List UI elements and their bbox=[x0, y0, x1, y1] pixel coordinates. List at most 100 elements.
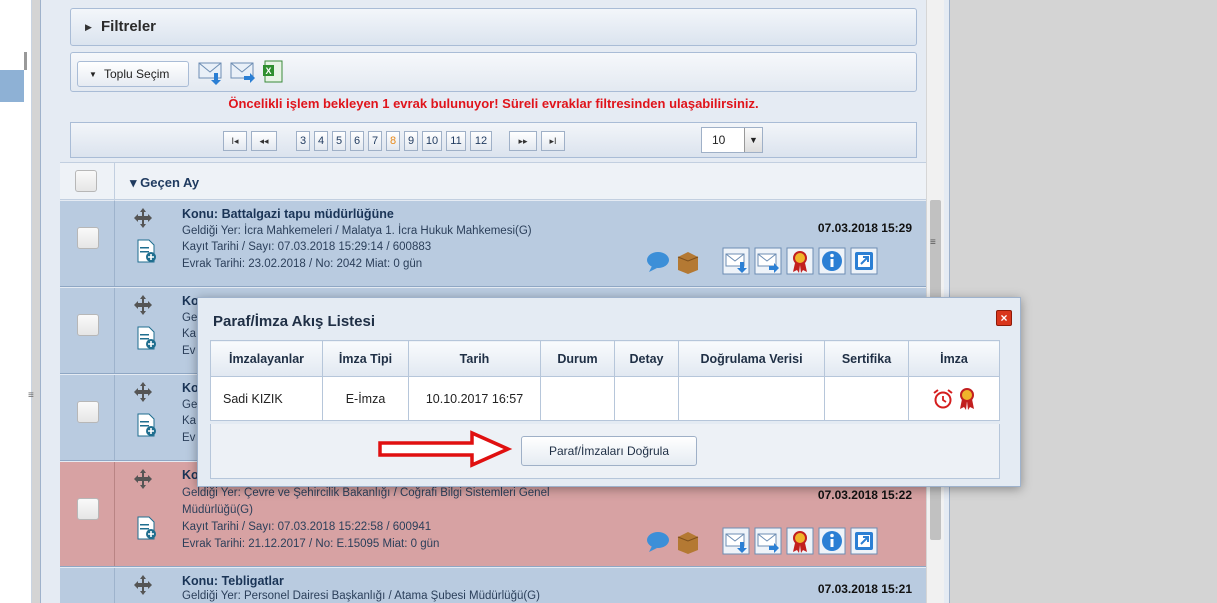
select-all-checkbox[interactable] bbox=[75, 170, 97, 192]
comment-icon[interactable] bbox=[644, 247, 672, 275]
page-size-value: 10 bbox=[712, 133, 726, 147]
selected-nav-item[interactable] bbox=[0, 70, 24, 102]
prev-page-button[interactable]: ◂◂ bbox=[251, 131, 277, 151]
page-button[interactable]: 10 bbox=[422, 131, 442, 151]
info-button[interactable] bbox=[818, 247, 846, 275]
panel-divider bbox=[24, 52, 27, 70]
column-header[interactable]: İmza bbox=[908, 340, 1000, 377]
page-button[interactable]: 9 bbox=[404, 131, 418, 151]
signature-cell bbox=[908, 376, 1000, 421]
current-page-button[interactable]: 8 bbox=[386, 131, 400, 151]
download-mail-button[interactable] bbox=[722, 247, 750, 275]
origin-text: Ge bbox=[182, 399, 198, 411]
status-cell bbox=[540, 376, 615, 421]
detail-cell bbox=[614, 376, 679, 421]
move-icon[interactable] bbox=[132, 294, 154, 316]
page-button[interactable]: 11 bbox=[446, 131, 466, 151]
group-label[interactable]: ▾ Geçen Ay bbox=[130, 175, 199, 191]
document-add-icon[interactable] bbox=[135, 239, 157, 263]
page-button[interactable]: 3 bbox=[296, 131, 310, 151]
pagination-bar: I◂ ◂◂ 3 4 5 6 7 8 9 10 11 12 ▸▸ ▸I 10 ▼ bbox=[70, 122, 917, 158]
splitter-grip-icon[interactable]: ≡ bbox=[28, 390, 34, 401]
move-icon[interactable] bbox=[132, 381, 154, 403]
row-checkbox[interactable] bbox=[77, 401, 99, 423]
signature-table: İmzalayanlar İmza Tipi Tarih Durum Detay… bbox=[210, 340, 1000, 421]
info-button[interactable] bbox=[818, 527, 846, 555]
next-page-button[interactable]: ▸▸ bbox=[509, 131, 537, 151]
origin-text-cont: Müdürlüğü(G) bbox=[182, 504, 253, 516]
mail-forward-icon[interactable] bbox=[229, 59, 257, 85]
verify-signatures-button[interactable]: Paraf/İmzaları Doğrula bbox=[521, 436, 697, 466]
bulk-select-label: Toplu Seçim bbox=[104, 67, 170, 81]
column-header[interactable]: İmzalayanlar bbox=[210, 340, 323, 377]
filters-panel-header[interactable]: ▶ Filtreler bbox=[70, 8, 917, 46]
table-row[interactable]: Konu: Battalgazi tapu müdürlüğüne Geldiğ… bbox=[60, 201, 926, 287]
document-add-icon[interactable] bbox=[135, 326, 157, 350]
close-icon[interactable]: × bbox=[996, 310, 1012, 326]
bulk-select-dropdown[interactable]: ▼ Toplu Seçim bbox=[77, 61, 189, 87]
comment-icon[interactable] bbox=[644, 527, 672, 555]
last-page-button[interactable]: ▸I bbox=[541, 131, 565, 151]
chevron-down-icon[interactable]: ▼ bbox=[744, 128, 762, 152]
column-header[interactable]: İmza Tipi bbox=[322, 340, 409, 377]
page-button[interactable]: 7 bbox=[368, 131, 382, 151]
download-mail-button[interactable] bbox=[722, 527, 750, 555]
move-icon[interactable] bbox=[132, 207, 154, 229]
dialog-footer: Paraf/İmzaları Doğrula bbox=[210, 424, 1000, 479]
group-header-row: ▾ Geçen Ay bbox=[60, 162, 926, 201]
row-date: 07.03.2018 15:21 bbox=[817, 582, 912, 596]
column-divider bbox=[114, 375, 115, 460]
row-checkbox[interactable] bbox=[77, 314, 99, 336]
page-size-select[interactable]: 10 ▼ bbox=[701, 127, 763, 153]
origin-text: Geldiği Yer: Çevre ve Şehircilik Bakanlı… bbox=[182, 487, 550, 499]
splitter-grip-icon[interactable]: ≡ bbox=[930, 237, 936, 248]
row-checkbox[interactable] bbox=[77, 227, 99, 249]
column-divider bbox=[114, 163, 115, 201]
bulk-toolbar: ▼ Toplu Seçim X bbox=[70, 52, 917, 92]
forward-mail-button[interactable] bbox=[754, 247, 782, 275]
document-date-text: Ev bbox=[182, 432, 196, 444]
page-button[interactable]: 5 bbox=[332, 131, 346, 151]
column-divider bbox=[114, 568, 115, 603]
move-icon[interactable] bbox=[132, 468, 154, 490]
signature-flow-dialog: Paraf/İmza Akış Listesi × İmzalayanlar İ… bbox=[197, 297, 1021, 487]
alarm-clock-icon[interactable] bbox=[932, 388, 954, 410]
document-add-icon[interactable] bbox=[135, 413, 157, 437]
filters-label: Filtreler bbox=[101, 18, 157, 35]
column-header[interactable]: Durum bbox=[540, 340, 615, 377]
package-icon[interactable] bbox=[674, 527, 702, 555]
mail-download-icon[interactable] bbox=[197, 59, 225, 85]
package-icon[interactable] bbox=[674, 247, 702, 275]
column-header[interactable]: Detay bbox=[614, 340, 679, 377]
page-button[interactable]: 12 bbox=[470, 131, 492, 151]
origin-text: Geldiği Yer: İcra Mahkemeleri / Malatya … bbox=[182, 225, 532, 237]
column-header[interactable]: Sertifika bbox=[824, 340, 909, 377]
document-add-icon[interactable] bbox=[135, 516, 157, 540]
move-icon[interactable] bbox=[132, 574, 154, 596]
open-external-button[interactable] bbox=[850, 247, 878, 275]
verification-data-cell bbox=[678, 376, 825, 421]
origin-text: Ge bbox=[182, 312, 198, 324]
certificate-cell bbox=[824, 376, 909, 421]
registry-text: Kayıt Tarihi / Sayı: 07.03.2018 15:29:14… bbox=[182, 241, 432, 253]
open-external-button[interactable] bbox=[850, 527, 878, 555]
forward-mail-button[interactable] bbox=[754, 527, 782, 555]
page-button[interactable]: 6 bbox=[350, 131, 364, 151]
document-date-text: Evrak Tarihi: 21.12.2017 / No: E.15095 M… bbox=[182, 538, 440, 550]
registry-text: Kayıt Tarihi / Sayı: 07.03.2018 15:22:58… bbox=[182, 521, 432, 533]
column-header[interactable]: Doğrulama Verisi bbox=[678, 340, 825, 377]
column-header[interactable]: Tarih bbox=[408, 340, 541, 377]
row-date: 07.03.2018 15:22 bbox=[817, 488, 912, 502]
document-date-text: Evrak Tarihi: 23.02.2018 / No: 2042 Miat… bbox=[182, 258, 423, 270]
origin-text: Geldiği Yer: Personel Dairesi Başkanlığı… bbox=[182, 590, 540, 602]
page-button[interactable]: 4 bbox=[314, 131, 328, 151]
signature-flow-button[interactable] bbox=[786, 247, 814, 275]
excel-export-icon[interactable]: X bbox=[261, 59, 289, 85]
table-row[interactable]: Sadi KIZIK E-İmza 10.10.2017 16:57 bbox=[210, 376, 1000, 421]
first-page-button[interactable]: I◂ bbox=[223, 131, 247, 151]
dialog-title: Paraf/İmza Akış Listesi bbox=[213, 313, 376, 330]
certificate-ribbon-icon[interactable] bbox=[958, 387, 976, 411]
table-row[interactable]: Konu: Tebligatlar Geldiği Yer: Personel … bbox=[60, 568, 926, 603]
row-checkbox[interactable] bbox=[77, 498, 99, 520]
signature-flow-button[interactable] bbox=[786, 527, 814, 555]
